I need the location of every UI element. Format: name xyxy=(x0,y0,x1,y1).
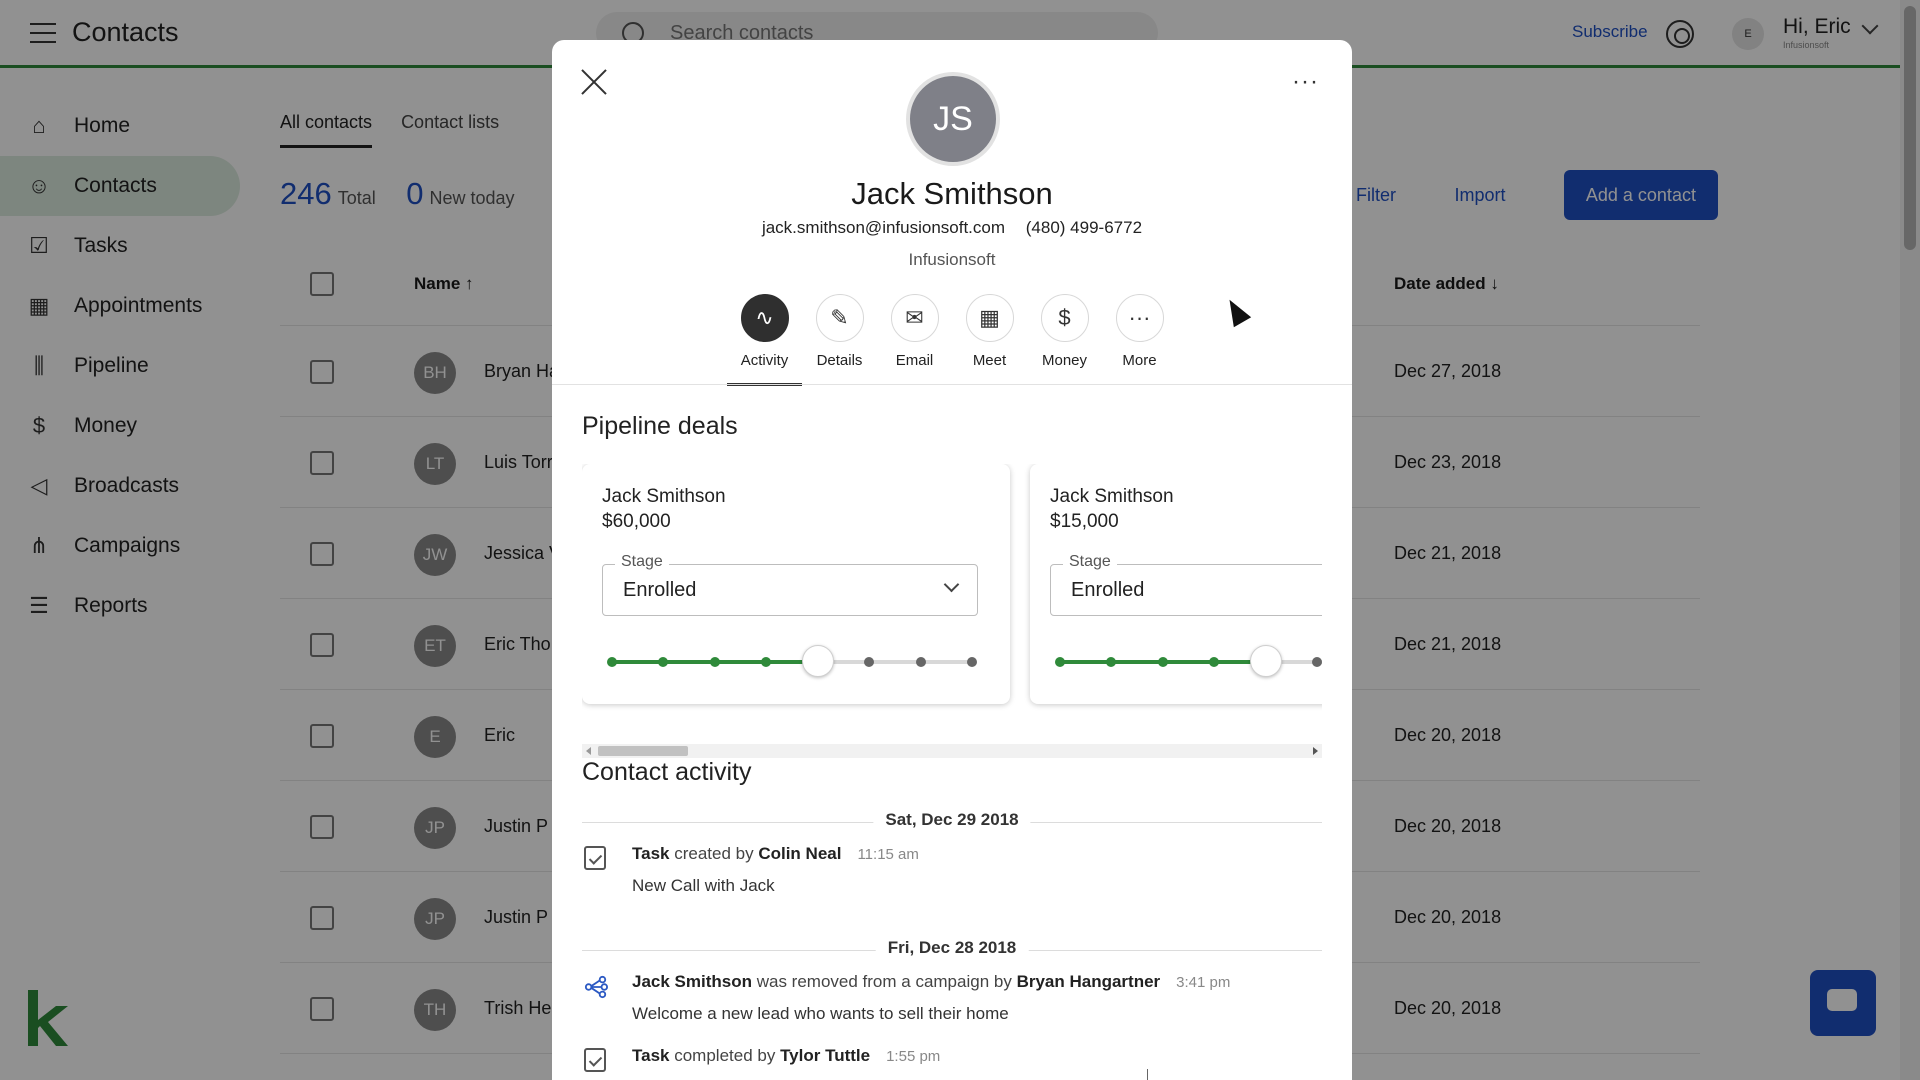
activity-detail: Welcome a new lead who wants to sell the… xyxy=(632,1004,1009,1023)
tab-meet[interactable]: ▦ Meet xyxy=(952,294,1027,386)
contact-phone[interactable]: (480) 499-6772 xyxy=(1026,218,1142,237)
activity-summary: Jack Smithson was removed from a campaig… xyxy=(632,972,1230,992)
stage-dot[interactable] xyxy=(1312,657,1322,667)
activity-time: 1:55 pm xyxy=(886,1048,941,1065)
stage-dot[interactable] xyxy=(915,657,926,667)
contact-company: Infusionsoft xyxy=(908,250,996,269)
deal-name: Jack Smithson xyxy=(1050,486,1174,507)
contact-email[interactable]: jack.smithson@infusionsoft.com xyxy=(762,218,1005,237)
activity-time: 11:15 am xyxy=(857,846,919,863)
activity-text: Jack Smithson xyxy=(632,972,752,991)
more-options-icon[interactable]: ··· xyxy=(1292,68,1319,96)
day-separator: Fri, Dec 28 2018 xyxy=(582,938,1322,958)
envelope-icon: ✉ xyxy=(890,294,939,342)
divider xyxy=(552,384,1352,385)
activity-text: Tylor Tuttle xyxy=(780,1046,871,1065)
contact-avatar: JS xyxy=(906,72,1000,166)
tab-label: More xyxy=(1122,352,1157,369)
deal-name: Jack Smithson xyxy=(602,486,726,507)
stage-dot[interactable] xyxy=(1157,657,1168,667)
calendar-icon: ▦ xyxy=(965,294,1014,342)
stage-value: Enrolled xyxy=(1071,579,1145,601)
task-icon xyxy=(584,1048,606,1072)
day-label: Sat, Dec 29 2018 xyxy=(873,810,1031,830)
contact-action-tabs: ∿ Activity ✎ Details ✉ Email ▦ Meet $ Money ··· Mor… xyxy=(727,294,1177,386)
timeline-connector xyxy=(1147,1069,1148,1080)
tab-details[interactable]: ✎ Details xyxy=(802,294,877,386)
activity-text: was removed from a campaign by xyxy=(752,972,1017,991)
activity-summary: Task completed by Tylor Tuttle 1:55 pm xyxy=(632,1046,940,1066)
contact-name: Jack Smithson xyxy=(851,176,1053,211)
stage-dot[interactable] xyxy=(1106,657,1117,667)
stage-dot[interactable] xyxy=(864,657,875,667)
tab-label: Email xyxy=(895,352,934,369)
activity-text: completed by xyxy=(669,1046,781,1065)
activity-text: Task xyxy=(632,1046,670,1065)
person-edit-icon: ✎ xyxy=(815,294,864,342)
activity-summary: Task created by Colin Neal 11:15 am xyxy=(632,844,919,864)
stage-progress-slider[interactable] xyxy=(607,645,977,677)
scrollbar-thumb[interactable] xyxy=(598,746,688,756)
activity-text: Colin Neal xyxy=(758,844,842,863)
contact-info: jack.smithson@infusionsoft.com (480) 499… xyxy=(552,218,1352,238)
scroll-left-icon[interactable] xyxy=(586,747,591,755)
stage-dot[interactable] xyxy=(1055,657,1065,667)
day-separator: Sat, Dec 29 2018 xyxy=(582,810,1322,830)
stage-progress-slider[interactable] xyxy=(1055,645,1322,677)
deal-card[interactable]: Jack Smithson $60,000 Stage Enrolled xyxy=(582,464,1010,704)
stage-value: Enrolled xyxy=(623,579,697,601)
tab-label: Activity xyxy=(740,352,789,369)
tab-label: Details xyxy=(816,352,863,369)
deal-card[interactable]: Jack Smithson $15,000 Stage Enrolled xyxy=(1030,464,1322,704)
activity-icon: ∿ xyxy=(740,294,789,342)
campaign-icon xyxy=(584,975,608,999)
tab-label: Meet xyxy=(972,352,1007,369)
contact-modal: ··· JS Jack Smithson jack.smithson@infus… xyxy=(552,40,1352,1080)
more-icon: ··· xyxy=(1115,294,1164,342)
deals-scrollbar[interactable] xyxy=(582,744,1322,758)
activity-text: Task xyxy=(632,844,670,863)
activity-time: 3:41 pm xyxy=(1176,974,1231,991)
stage-dot[interactable] xyxy=(709,657,720,667)
stage-label: Stage xyxy=(1063,553,1117,571)
stage-dot[interactable] xyxy=(1209,657,1220,667)
contact-activity-title: Contact activity xyxy=(582,758,752,786)
scroll-right-icon[interactable] xyxy=(1313,747,1318,755)
slider-handle[interactable] xyxy=(801,645,834,677)
deal-value: $60,000 xyxy=(602,511,671,532)
stage-label: Stage xyxy=(615,553,669,571)
tab-label: Money xyxy=(1041,352,1088,369)
close-icon[interactable] xyxy=(580,68,608,96)
slider-handle[interactable] xyxy=(1249,645,1282,677)
tab-money[interactable]: $ Money xyxy=(1027,294,1102,386)
activity-detail: New Call with Jack xyxy=(632,876,775,895)
task-icon xyxy=(584,846,606,870)
day-label: Fri, Dec 28 2018 xyxy=(875,938,1029,958)
tab-activity[interactable]: ∿ Activity xyxy=(727,294,802,386)
deal-value: $15,000 xyxy=(1050,511,1119,532)
stage-dot[interactable] xyxy=(607,657,617,667)
stage-dot[interactable] xyxy=(761,657,772,667)
stage-dot[interactable] xyxy=(658,657,669,667)
stage-select[interactable]: Stage Enrolled xyxy=(1050,553,1322,616)
pipeline-deals-title: Pipeline deals xyxy=(582,412,738,440)
stage-dot[interactable] xyxy=(967,657,977,667)
tab-more[interactable]: ··· More xyxy=(1102,294,1177,386)
activity-text: Bryan Hangartner xyxy=(1016,972,1161,991)
dollar-icon: $ xyxy=(1040,294,1089,342)
stage-select[interactable]: Stage Enrolled xyxy=(602,553,978,616)
activity-text: created by xyxy=(669,844,759,863)
tab-email[interactable]: ✉ Email xyxy=(877,294,952,386)
chevron-down-icon xyxy=(943,576,960,593)
deals-carousel: Jack Smithson $60,000 Stage Enrolled Jack Sm… xyxy=(582,464,1322,746)
